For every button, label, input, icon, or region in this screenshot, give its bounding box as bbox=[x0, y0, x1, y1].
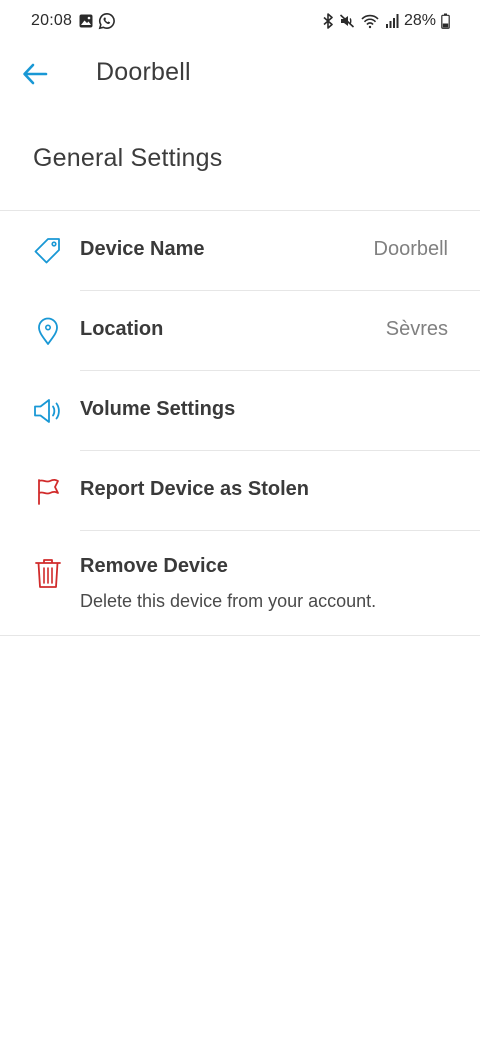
status-bar-left: 20:08 bbox=[31, 12, 120, 30]
whatsapp-icon bbox=[98, 12, 115, 30]
location-pin-icon bbox=[33, 317, 63, 345]
volume-settings-row[interactable]: Volume Settings bbox=[0, 371, 480, 451]
report-stolen-label: Report Device as Stolen bbox=[80, 478, 309, 500]
battery-icon bbox=[441, 13, 450, 29]
section-title: General Settings bbox=[33, 144, 223, 172]
status-bar: 20:08 28% bbox=[0, 0, 480, 46]
remove-device-row[interactable]: Remove Device Delete this device from yo… bbox=[0, 531, 480, 635]
speaker-icon bbox=[33, 397, 63, 425]
remove-device-label: Remove Device bbox=[80, 555, 228, 577]
gallery-icon bbox=[79, 14, 93, 28]
report-stolen-row[interactable]: Report Device as Stolen bbox=[0, 451, 480, 531]
location-value: Sèvres bbox=[385, 318, 448, 340]
back-button[interactable] bbox=[16, 56, 54, 92]
flag-icon bbox=[33, 477, 63, 505]
list-bottom-divider bbox=[0, 635, 480, 636]
mute-icon bbox=[339, 14, 355, 28]
status-bar-right: 28% bbox=[317, 12, 450, 30]
volume-settings-label: Volume Settings bbox=[80, 398, 236, 420]
arrow-left-icon bbox=[23, 63, 48, 85]
signal-icon bbox=[385, 14, 399, 28]
trash-icon bbox=[33, 559, 63, 588]
tag-icon bbox=[33, 237, 63, 265]
remove-device-description: Delete this device from your account. bbox=[80, 591, 377, 611]
battery-percentage: 28% bbox=[403, 12, 436, 29]
app-header: Doorbell bbox=[0, 46, 480, 102]
device-name-row[interactable]: Device Name Doorbell bbox=[0, 211, 480, 291]
wifi-icon bbox=[361, 14, 379, 29]
device-name-value: Doorbell bbox=[373, 238, 448, 260]
location-label: Location bbox=[80, 318, 164, 340]
settings-list: Device Name Doorbell Location Sèvres Vol… bbox=[0, 211, 480, 635]
status-time: 20:08 bbox=[31, 12, 73, 29]
device-name-label: Device Name bbox=[80, 238, 205, 260]
bluetooth-icon bbox=[323, 13, 333, 29]
page-title: Doorbell bbox=[96, 58, 191, 86]
location-row[interactable]: Location Sèvres bbox=[0, 291, 480, 371]
